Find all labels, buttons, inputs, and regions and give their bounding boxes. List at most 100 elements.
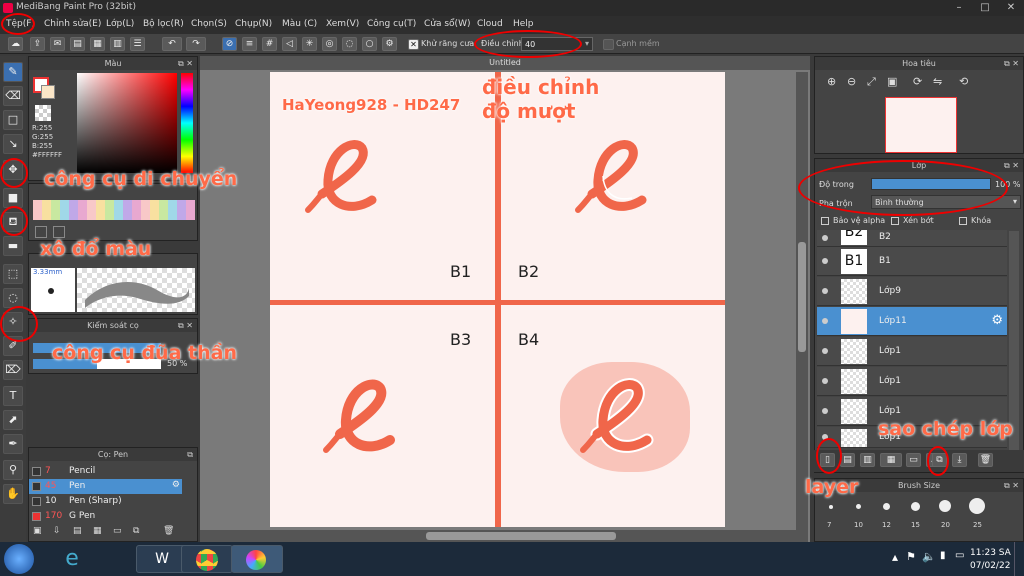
vertical-scrollbar[interactable]: [796, 72, 808, 542]
gear-icon[interactable]: ⚙: [991, 313, 1003, 328]
layer-row-selected[interactable]: Lớp11 ⚙: [817, 307, 1007, 336]
copy-brush-icon[interactable]: ⧉: [133, 526, 139, 536]
actual-size-icon[interactable]: ▣: [887, 75, 897, 88]
add-color-icon[interactable]: [35, 226, 47, 238]
flip-icon[interactable]: ⇋: [933, 75, 942, 88]
popout-icon[interactable]: ⧉ ✕: [1004, 159, 1019, 172]
delete-layer-icon[interactable]: 🗑: [978, 453, 993, 467]
visibility-icon[interactable]: [822, 288, 828, 294]
grid-snap-icon[interactable]: #: [262, 37, 277, 51]
curve-snap-icon[interactable]: ◌: [342, 37, 357, 51]
size-dot[interactable]: [883, 503, 890, 510]
layer-row[interactable]: Lớp1: [817, 367, 1007, 396]
perspective-icon[interactable]: ◁: [282, 37, 297, 51]
visibility-icon[interactable]: [822, 258, 828, 264]
brush-item-selected[interactable]: 45 Pen ⚙: [29, 479, 182, 494]
upload-icon[interactable]: ⇪: [30, 37, 45, 51]
secondary-color-swatch[interactable]: [41, 85, 55, 99]
redo-icon[interactable]: ↷: [186, 37, 206, 51]
rotate-icon[interactable]: ⟳: [913, 75, 922, 88]
soft-edge-checkbox[interactable]: [603, 39, 614, 50]
size-dot[interactable]: [969, 498, 985, 514]
visibility-icon[interactable]: [822, 408, 828, 414]
menu-color[interactable]: Màu (C): [282, 19, 317, 29]
fill-rect-icon[interactable]: ■: [3, 188, 23, 208]
undo-icon[interactable]: ↶: [162, 37, 182, 51]
fit-icon[interactable]: ⤢: [867, 75, 876, 89]
menu-capture[interactable]: Chụp(N): [235, 19, 272, 29]
menu-tools[interactable]: Công cụ(T): [367, 19, 416, 29]
radial-snap-icon[interactable]: ✳: [302, 37, 317, 51]
brush-item[interactable]: 170 G Pen: [29, 509, 182, 524]
menu-filter[interactable]: Bộ lọc(R): [143, 19, 184, 29]
maximize-button[interactable]: □: [972, 0, 998, 16]
new-halftone-layer-icon[interactable]: ▤: [840, 453, 855, 467]
visibility-icon[interactable]: [822, 348, 828, 354]
merge-layer-icon[interactable]: ⤓: [952, 453, 967, 467]
transparent-swatch[interactable]: [35, 105, 51, 121]
page-icon[interactable]: ▦: [90, 37, 105, 51]
operation-tool-icon[interactable]: ⬈: [3, 410, 23, 430]
zoom-in-icon[interactable]: ⊕: [827, 75, 836, 88]
eraser-tool-icon[interactable]: ⌫: [3, 86, 23, 106]
visibility-icon[interactable]: [822, 235, 828, 241]
eyedropper-icon[interactable]: ✒: [3, 434, 23, 454]
chrome-icon[interactable]: [181, 545, 233, 573]
size-dot[interactable]: [829, 505, 833, 509]
zoom-out-icon[interactable]: ⊖: [847, 75, 856, 88]
layer-row[interactable]: Lớp9: [817, 277, 1007, 306]
flag-icon[interactable]: ⚑: [906, 550, 916, 563]
tray-up-icon[interactable]: ▴: [892, 550, 898, 564]
network-icon[interactable]: ▮: [940, 550, 946, 561]
document-icon[interactable]: ▤: [70, 37, 85, 51]
folder-icon[interactable]: ▭: [906, 453, 921, 467]
menu-cloud[interactable]: Cloud: [477, 19, 503, 29]
menu-layer[interactable]: Lớp(L): [106, 19, 134, 29]
popout-icon[interactable]: ⧉ ✕: [178, 57, 193, 70]
select-eraser-icon[interactable]: ⌦: [3, 360, 23, 380]
grid-icon[interactable]: ▥: [110, 37, 125, 51]
list-icon[interactable]: ☰: [130, 37, 145, 51]
select-rect-icon[interactable]: ⬚: [3, 264, 23, 284]
drawing-canvas[interactable]: B1 B2 B3 B4: [270, 72, 725, 527]
vertical-scroll-thumb[interactable]: [798, 242, 806, 352]
internet-explorer-icon[interactable]: e: [46, 545, 98, 573]
size-dot[interactable]: [939, 500, 951, 512]
size-dot[interactable]: [856, 504, 861, 509]
menu-select[interactable]: Chọn(S): [191, 19, 227, 29]
brush-edit-icon[interactable]: ▦: [93, 526, 102, 536]
popout-icon[interactable]: ⧉ ✕: [1004, 57, 1019, 70]
brush-tool-icon[interactable]: ✎: [3, 62, 23, 82]
battery-icon[interactable]: ▭: [955, 550, 964, 561]
parallel-snap-icon[interactable]: ≡: [242, 37, 257, 51]
snap-off-icon[interactable]: ⊘: [222, 37, 237, 51]
circle-snap-icon[interactable]: ◎: [322, 37, 337, 51]
medibang-icon[interactable]: [231, 545, 283, 573]
menu-view[interactable]: Xem(V): [326, 19, 359, 29]
speaker-icon[interactable]: 🔈: [922, 550, 936, 563]
gradient-tool-icon[interactable]: ▬: [3, 236, 23, 256]
minimize-button[interactable]: –: [946, 0, 972, 16]
new-1bit-layer-icon[interactable]: ▥: [860, 453, 875, 467]
clock-time[interactable]: 11:23 SA: [970, 548, 1011, 558]
cloud-icon[interactable]: ☁: [8, 37, 23, 51]
layer-row[interactable]: B2 B2: [817, 230, 1007, 247]
hand-tool-icon[interactable]: ✋: [3, 484, 23, 504]
add-brush-icon[interactable]: ▣: [33, 526, 42, 536]
visibility-icon[interactable]: [822, 318, 828, 324]
clipping-checkbox[interactable]: [891, 217, 899, 225]
popout-icon[interactable]: ⧉: [187, 448, 193, 461]
saturation-value-picker[interactable]: [77, 73, 177, 173]
antialias-checkbox[interactable]: ✕: [408, 39, 419, 50]
dot-tool-icon[interactable]: □: [3, 110, 23, 130]
menu-window[interactable]: Cửa sổ(W): [424, 19, 470, 29]
horizontal-scroll-thumb[interactable]: [426, 532, 616, 540]
menu-edit[interactable]: Chỉnh sửa(E): [44, 19, 101, 29]
popout-icon[interactable]: ⧉ ✕: [1004, 479, 1019, 492]
zoom-tool-icon[interactable]: ⚲: [3, 460, 23, 480]
folder-icon[interactable]: ▭: [113, 526, 122, 536]
gear-icon[interactable]: ⚙: [172, 480, 180, 490]
palette-swatches[interactable]: [33, 200, 195, 220]
text-tool-icon[interactable]: T: [3, 386, 23, 406]
protect-alpha-checkbox[interactable]: [821, 217, 829, 225]
